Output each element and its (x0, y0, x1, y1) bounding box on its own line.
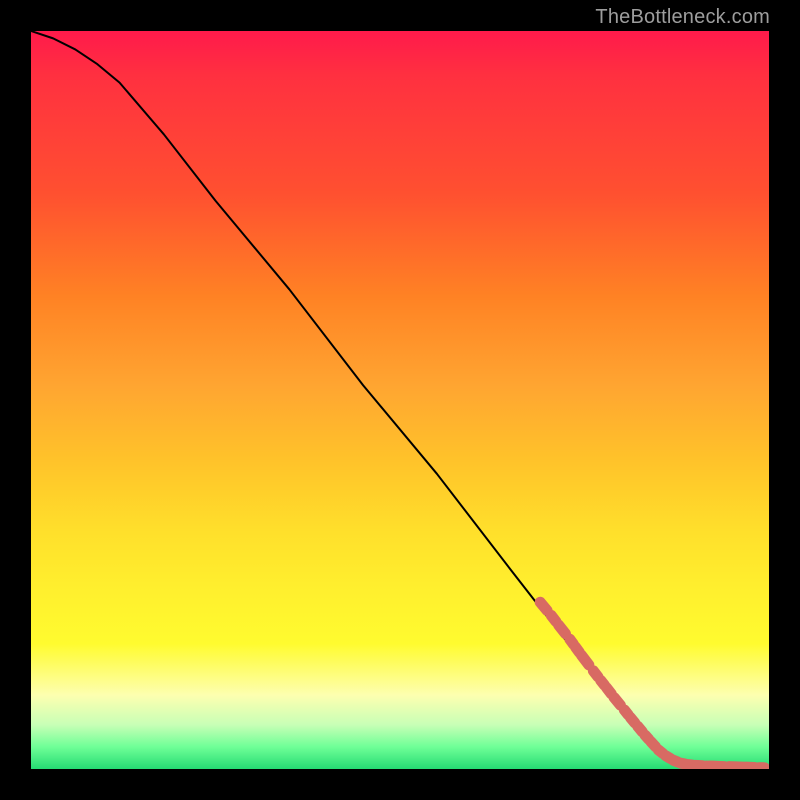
curve-line (31, 31, 769, 768)
segment-dash (559, 625, 566, 634)
curve-line-group (31, 31, 769, 768)
segment-dash (593, 671, 598, 677)
watermark-text: TheBottleneck.com (595, 6, 770, 29)
segment-dash (614, 697, 620, 705)
plot-area (30, 30, 770, 770)
segment-dash (540, 602, 547, 610)
segments-overlay (540, 602, 764, 768)
segment-dash (607, 688, 612, 694)
segment-dash (551, 615, 556, 621)
chart-frame: TheBottleneck.com (0, 0, 800, 800)
segment-dash (582, 655, 589, 665)
chart-svg (31, 31, 769, 769)
